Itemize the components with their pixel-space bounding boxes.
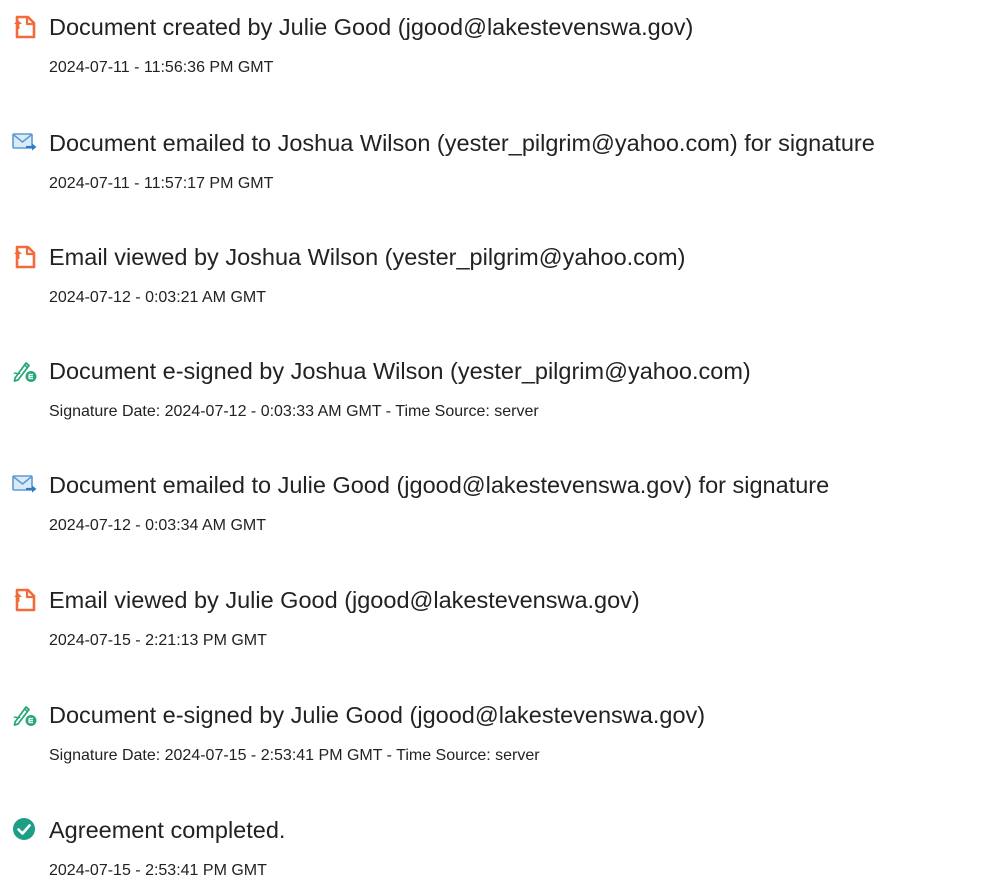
entry-title: Document e-signed by Joshua Wilson (yest… [49,358,751,384]
entry-timestamp: 2024-07-12 - 0:03:34 AM GMT [49,517,266,534]
entry-title: Agreement completed. [49,817,286,843]
entry-timestamp: Signature Date: 2024-07-12 - 0:03:33 AM … [49,403,539,420]
entry-timestamp: Signature Date: 2024-07-15 - 2:53:41 PM … [49,747,540,764]
entry-timestamp: 2024-07-15 - 2:53:41 PM GMT [49,862,267,879]
checkmark-circle-icon [12,817,38,843]
entry-title: Email viewed by Joshua Wilson (yester_pi… [49,244,686,270]
email-sent-icon [12,472,38,498]
document-created-icon [12,14,38,40]
email-sent-icon [12,130,38,156]
entry-timestamp: 2024-07-11 - 11:56:36 PM GMT [49,59,274,76]
entry-title: Document created by Julie Good (jgood@la… [49,14,694,40]
entry-title: Email viewed by Julie Good (jgood@lakest… [49,587,640,613]
email-viewed-icon [12,244,38,270]
entry-timestamp: 2024-07-12 - 0:03:21 AM GMT [49,289,266,306]
entry-title: Document emailed to Joshua Wilson (yeste… [49,130,875,156]
entry-timestamp: 2024-07-15 - 2:21:13 PM GMT [49,632,267,649]
entry-timestamp: 2024-07-11 - 11:57:17 PM GMT [49,175,274,192]
e-sign-icon [12,702,38,728]
e-sign-icon [12,358,38,384]
email-viewed-icon [12,587,38,613]
entry-title: Document emailed to Julie Good (jgood@la… [49,472,830,498]
entry-title: Document e-signed by Julie Good (jgood@l… [49,702,706,728]
audit-history-log: Document created by Julie Good (jgood@la… [0,0,985,884]
